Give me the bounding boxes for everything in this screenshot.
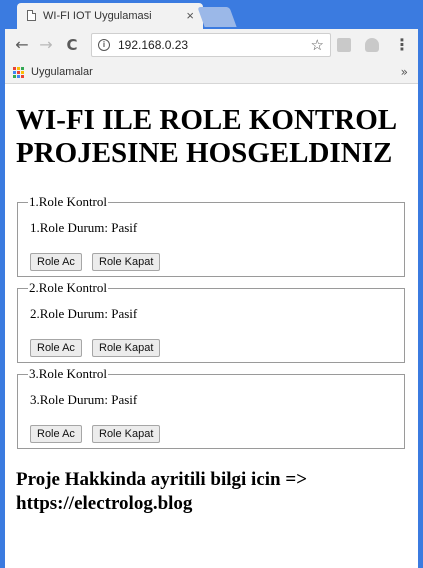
relay-2-group: 2.Role Kontrol 2.Role Durum: Pasif Role … — [17, 280, 405, 363]
forward-icon[interactable]: → — [35, 34, 57, 56]
tab-title: WI-FI IOT Uygulamasi — [43, 10, 152, 22]
bookmarks-bar: Uygulamalar » — [5, 62, 418, 84]
apps-grid-dot — [17, 71, 20, 74]
page-icon — [27, 10, 36, 21]
relay-1-group: 1.Role Kontrol 1.Role Durum: Pasif Role … — [17, 194, 405, 277]
apps-grid-dot — [13, 67, 16, 70]
relay-1-on-button[interactable]: Role Ac — [30, 253, 82, 271]
project-info-text: Proje Hakkinda ayritili bilgi icin => ht… — [16, 469, 308, 514]
relay-1-legend: 1.Role Kontrol — [29, 194, 107, 209]
relay-3-legend: 3.Role Kontrol — [29, 366, 107, 381]
relay-2-status: 2.Role Durum: Pasif — [30, 306, 138, 321]
relay-3-group: 3.Role Kontrol 3.Role Durum: Pasif Role … — [17, 366, 405, 449]
cloud-extension-icon[interactable] — [365, 38, 379, 52]
browser-window: WI-FI IOT Uygulamasi × ← → C i 192.168.0… — [5, 0, 418, 568]
reload-icon[interactable]: C — [61, 34, 83, 56]
back-icon[interactable]: ← — [11, 34, 33, 56]
url-text[interactable]: 192.168.0.23 — [118, 34, 188, 56]
page-title: WI-FI ILE ROLE KONTROL PROJESINE HOSGELD… — [16, 104, 396, 169]
new-tab-button[interactable] — [197, 7, 237, 27]
bookmark-apps[interactable]: Uygulamalar — [31, 62, 93, 83]
apps-grid-dot — [17, 75, 20, 78]
relay-1-status: 1.Role Durum: Pasif — [30, 220, 138, 235]
relay-2-on-button[interactable]: Role Ac — [30, 339, 82, 357]
bookmark-overflow-icon[interactable]: » — [401, 62, 408, 82]
relay-2-legend: 2.Role Kontrol — [29, 280, 107, 295]
tab-strip: WI-FI IOT Uygulamasi × — [5, 0, 418, 29]
address-bar[interactable]: i 192.168.0.23 ☆ — [91, 33, 331, 57]
apps-grid-icon[interactable] — [13, 67, 24, 78]
bookmark-star-icon[interactable]: ☆ — [311, 34, 324, 56]
relay-2-off-button[interactable]: Role Kapat — [92, 339, 161, 357]
relay-3-off-button[interactable]: Role Kapat — [92, 425, 161, 443]
pdf-extension-icon[interactable] — [337, 38, 351, 52]
apps-grid-dot — [13, 71, 16, 74]
apps-grid-dot — [17, 67, 20, 70]
relay-1-off-button[interactable]: Role Kapat — [92, 253, 161, 271]
apps-grid-dot — [21, 71, 24, 74]
relay-3-status: 3.Role Durum: Pasif — [30, 392, 138, 407]
toolbar: ← → C i 192.168.0.23 ☆ ⋮ — [5, 29, 418, 62]
info-icon[interactable]: i — [98, 39, 110, 51]
apps-grid-dot — [21, 67, 24, 70]
apps-grid-dot — [21, 75, 24, 78]
apps-grid-dot — [13, 75, 16, 78]
page-content: WI-FI ILE ROLE KONTROL PROJESINE HOSGELD… — [5, 84, 418, 568]
relay-3-on-button[interactable]: Role Ac — [30, 425, 82, 443]
close-icon[interactable]: × — [186, 3, 194, 29]
tab-active[interactable]: WI-FI IOT Uygulamasi × — [17, 3, 203, 29]
menu-icon[interactable]: ⋮ — [394, 34, 410, 56]
